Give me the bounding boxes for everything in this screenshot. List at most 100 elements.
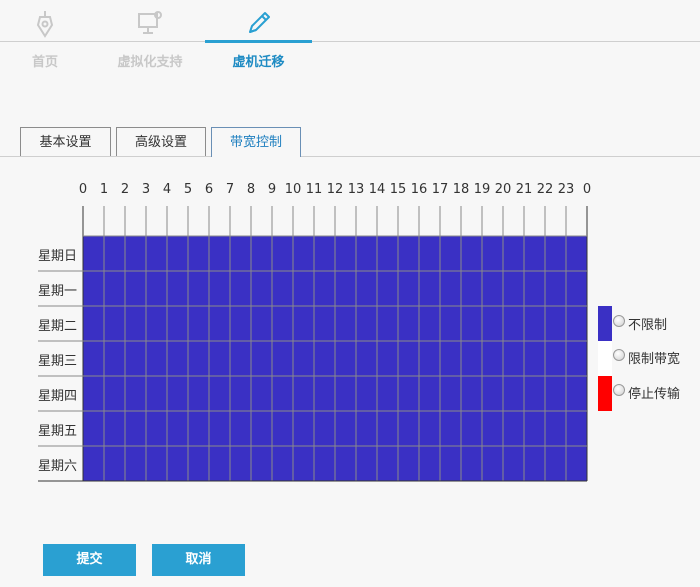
schedule-cell[interactable]: [503, 271, 524, 306]
schedule-cell[interactable]: [293, 236, 314, 271]
schedule-cell[interactable]: [335, 341, 356, 376]
schedule-cell[interactable]: [377, 446, 398, 481]
cancel-button[interactable]: 取消: [152, 544, 245, 576]
schedule-cell[interactable]: [503, 306, 524, 341]
schedule-cell[interactable]: [503, 446, 524, 481]
schedule-cell[interactable]: [377, 341, 398, 376]
schedule-cell[interactable]: [524, 306, 545, 341]
schedule-cell[interactable]: [566, 236, 587, 271]
schedule-cell[interactable]: [83, 376, 104, 411]
schedule-cell[interactable]: [104, 341, 125, 376]
schedule-cell[interactable]: [356, 411, 377, 446]
schedule-cell[interactable]: [440, 376, 461, 411]
radio-limit-bandwidth[interactable]: [613, 349, 625, 361]
schedule-cell[interactable]: [314, 271, 335, 306]
schedule-cell[interactable]: [398, 236, 419, 271]
schedule-cell[interactable]: [83, 411, 104, 446]
schedule-cell[interactable]: [167, 271, 188, 306]
schedule-cell[interactable]: [461, 341, 482, 376]
schedule-cell[interactable]: [125, 411, 146, 446]
schedule-cell[interactable]: [356, 376, 377, 411]
schedule-cell[interactable]: [314, 306, 335, 341]
schedule-cell[interactable]: [419, 306, 440, 341]
schedule-cell[interactable]: [440, 306, 461, 341]
schedule-cell[interactable]: [293, 376, 314, 411]
schedule-cell[interactable]: [125, 236, 146, 271]
schedule-cell[interactable]: [566, 446, 587, 481]
schedule-cell[interactable]: [251, 236, 272, 271]
schedule-cell[interactable]: [167, 411, 188, 446]
schedule-cell[interactable]: [314, 341, 335, 376]
schedule-cell[interactable]: [209, 341, 230, 376]
schedule-cell[interactable]: [419, 376, 440, 411]
schedule-cell[interactable]: [335, 271, 356, 306]
schedule-cell[interactable]: [83, 271, 104, 306]
schedule-cell[interactable]: [272, 306, 293, 341]
schedule-cell[interactable]: [356, 341, 377, 376]
schedule-cell[interactable]: [293, 271, 314, 306]
schedule-cell[interactable]: [251, 271, 272, 306]
schedule-cell[interactable]: [146, 376, 167, 411]
schedule-cell[interactable]: [209, 306, 230, 341]
schedule-cell[interactable]: [167, 376, 188, 411]
schedule-cell[interactable]: [293, 411, 314, 446]
schedule-cell[interactable]: [419, 271, 440, 306]
schedule-cell[interactable]: [377, 376, 398, 411]
schedule-cell[interactable]: [419, 236, 440, 271]
schedule-cell[interactable]: [335, 376, 356, 411]
schedule-cell[interactable]: [230, 341, 251, 376]
schedule-cell[interactable]: [272, 341, 293, 376]
schedule-cell[interactable]: [230, 306, 251, 341]
schedule-cell[interactable]: [209, 446, 230, 481]
schedule-cell[interactable]: [293, 306, 314, 341]
schedule-cell[interactable]: [545, 411, 566, 446]
schedule-cell[interactable]: [83, 306, 104, 341]
schedule-cell[interactable]: [419, 446, 440, 481]
schedule-cell[interactable]: [188, 306, 209, 341]
schedule-cell[interactable]: [461, 446, 482, 481]
schedule-cell[interactable]: [104, 236, 125, 271]
schedule-cell[interactable]: [314, 376, 335, 411]
schedule-cell[interactable]: [146, 341, 167, 376]
schedule-cell[interactable]: [545, 271, 566, 306]
schedule-cell[interactable]: [125, 341, 146, 376]
schedule-cell[interactable]: [398, 341, 419, 376]
schedule-cell[interactable]: [314, 236, 335, 271]
schedule-cell[interactable]: [125, 306, 146, 341]
schedule-cell[interactable]: [461, 236, 482, 271]
schedule-cell[interactable]: [503, 411, 524, 446]
schedule-cell[interactable]: [377, 271, 398, 306]
schedule-cell[interactable]: [566, 411, 587, 446]
schedule-cell[interactable]: [524, 271, 545, 306]
schedule-cell[interactable]: [314, 411, 335, 446]
schedule-cell[interactable]: [566, 306, 587, 341]
schedule-cell[interactable]: [167, 306, 188, 341]
schedule-cell[interactable]: [293, 446, 314, 481]
schedule-cell[interactable]: [209, 376, 230, 411]
schedule-cell[interactable]: [482, 341, 503, 376]
schedule-cell[interactable]: [482, 446, 503, 481]
schedule-cell[interactable]: [104, 411, 125, 446]
schedule-cell[interactable]: [146, 306, 167, 341]
schedule-cell[interactable]: [125, 376, 146, 411]
schedule-cell[interactable]: [356, 446, 377, 481]
schedule-cell[interactable]: [104, 376, 125, 411]
schedule-cell[interactable]: [83, 236, 104, 271]
schedule-cell[interactable]: [188, 446, 209, 481]
radio-stop-transfer[interactable]: [613, 384, 625, 396]
schedule-cell[interactable]: [377, 306, 398, 341]
schedule-cell[interactable]: [230, 411, 251, 446]
schedule-cell[interactable]: [167, 236, 188, 271]
schedule-cell[interactable]: [335, 411, 356, 446]
schedule-cell[interactable]: [104, 446, 125, 481]
schedule-cell[interactable]: [146, 446, 167, 481]
schedule-cell[interactable]: [146, 236, 167, 271]
schedule-cell[interactable]: [251, 446, 272, 481]
schedule-cell[interactable]: [356, 236, 377, 271]
schedule-cell[interactable]: [503, 376, 524, 411]
schedule-cell[interactable]: [188, 411, 209, 446]
schedule-cell[interactable]: [440, 271, 461, 306]
schedule-cell[interactable]: [335, 446, 356, 481]
schedule-cell[interactable]: [251, 341, 272, 376]
schedule-cell[interactable]: [545, 306, 566, 341]
